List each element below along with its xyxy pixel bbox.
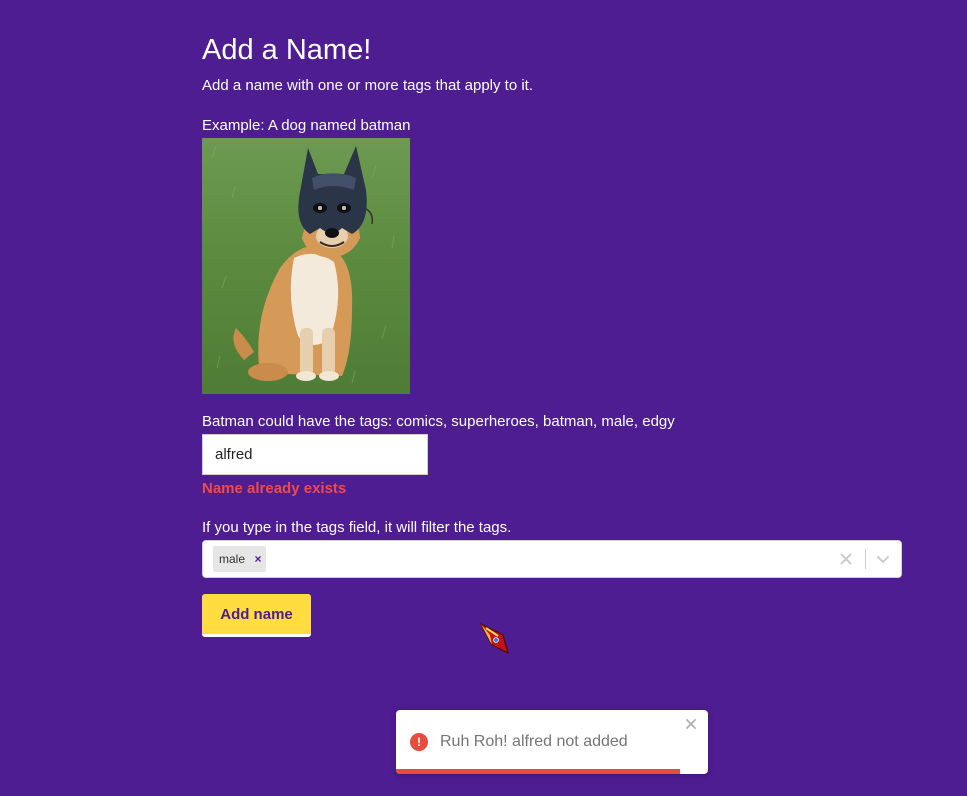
tags-select[interactable]: male × (202, 540, 902, 578)
chevron-down-icon[interactable] (873, 549, 893, 569)
name-input[interactable] (202, 434, 428, 475)
example-label: Example: A dog named batman (202, 117, 411, 134)
error-toast: ! Ruh Roh! alfred not added (396, 710, 708, 774)
tag-chip-male: male × (213, 546, 267, 572)
page-subtitle: Add a name with one or more tags that ap… (202, 77, 534, 94)
page: Add a Name! Add a name with one or more … (0, 0, 967, 796)
page-title: Add a Name! (202, 34, 372, 66)
add-name-button[interactable]: Add name (202, 594, 311, 637)
name-error-message: Name already exists (202, 480, 347, 497)
mouse-cursor-icon (478, 621, 512, 657)
toast-message: Ruh Roh! alfred not added (440, 733, 628, 750)
select-separator (865, 549, 866, 569)
tag-remove-icon[interactable]: × (250, 546, 266, 572)
toast-progress-bar (396, 769, 680, 774)
example-dog-image (202, 138, 410, 394)
clear-all-icon[interactable] (836, 549, 856, 569)
tag-chip-label: male (219, 552, 246, 566)
tags-filter-hint: If you type in the tags field, it will f… (202, 519, 512, 536)
close-icon[interactable] (684, 717, 698, 731)
error-icon: ! (410, 733, 428, 751)
example-tags-hint: Batman could have the tags: comics, supe… (202, 413, 675, 430)
